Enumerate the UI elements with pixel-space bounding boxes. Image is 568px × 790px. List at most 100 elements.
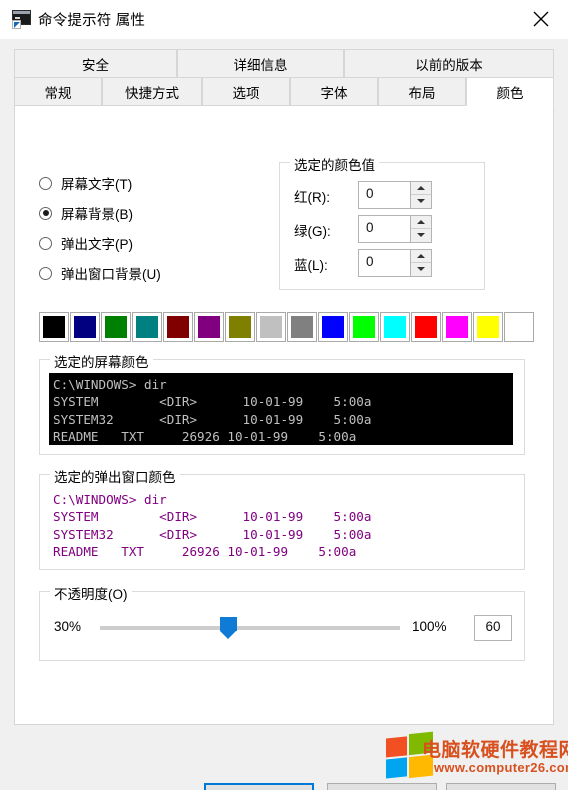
- close-icon[interactable]: [524, 4, 558, 34]
- radio-icon: [39, 206, 52, 220]
- tab-label: 安全: [82, 57, 109, 73]
- radio-popup-background[interactable]: 弹出窗口背景(U): [39, 258, 161, 288]
- radio-label: 弹出窗口背景(U): [61, 267, 161, 282]
- cmd-shortcut-icon: [12, 10, 31, 29]
- swatch-fill: [446, 316, 468, 338]
- tab-layout[interactable]: 布局: [378, 77, 466, 105]
- tab-label: 字体: [320, 85, 348, 101]
- radio-label: 屏幕文字(T): [61, 177, 133, 192]
- swatch-fill: [322, 316, 344, 338]
- swatch-fill: [384, 316, 406, 338]
- tab-security[interactable]: 安全: [14, 49, 177, 77]
- popup-colors-group: 选定的弹出窗口颜色 C:\WINDOWS> dir SYSTEM <DIR> 1…: [39, 466, 525, 570]
- color-palette: [39, 312, 534, 342]
- swatch-fill: [353, 316, 375, 338]
- tab-general[interactable]: 常规: [14, 77, 102, 105]
- color-swatch-6[interactable]: [225, 312, 255, 342]
- color-swatch-2[interactable]: [101, 312, 131, 342]
- colors-tab-panel: 屏幕文字(T) 屏幕背景(B) 弹出文字(P) 弹出窗口背景(U) 选定的颜色值: [14, 105, 554, 725]
- red-label: 红(R):: [294, 190, 330, 205]
- group-title: 选定的屏幕颜色: [50, 351, 153, 371]
- group-title: 选定的弹出窗口颜色: [50, 466, 180, 486]
- radio-icon: [39, 176, 52, 190]
- opacity-value: 60: [485, 619, 501, 634]
- swatch-fill: [105, 316, 127, 338]
- tab-label: 选项: [232, 85, 260, 101]
- swatch-fill: [198, 316, 220, 338]
- color-swatch-9[interactable]: [318, 312, 348, 342]
- swatch-fill: [74, 316, 96, 338]
- spin-down-icon[interactable]: [411, 263, 431, 276]
- opacity-slider[interactable]: [100, 626, 400, 630]
- cmd-properties-dialog: 命令提示符 属性 安全 详细信息 以前的版本 常规 快捷方式 选项 字体 布局 …: [0, 0, 568, 790]
- green-value: 0: [366, 220, 374, 235]
- spin-up-icon[interactable]: [411, 250, 431, 263]
- window-title: 命令提示符 属性: [38, 13, 146, 29]
- tab-strip: 安全 详细信息 以前的版本 常规 快捷方式 选项 字体 布局 颜色: [14, 49, 554, 106]
- radio-popup-text[interactable]: 弹出文字(P): [39, 228, 161, 258]
- cancel-button[interactable]: 取消: [327, 783, 437, 790]
- opacity-min-label: 30%: [54, 619, 82, 634]
- color-swatch-5[interactable]: [194, 312, 224, 342]
- color-swatch-12[interactable]: [411, 312, 441, 342]
- swatch-fill: [291, 316, 313, 338]
- radio-screen-background[interactable]: 屏幕背景(B): [39, 198, 161, 228]
- tab-details[interactable]: 详细信息: [177, 49, 344, 77]
- tab-row-2: 常规 快捷方式 选项 字体 布局 颜色: [14, 77, 554, 106]
- tab-label: 布局: [408, 85, 436, 101]
- selected-color-values-group: 选定的颜色值 红(R): 0 绿(G): 0 蓝(L): 0: [279, 154, 485, 290]
- color-swatch-7[interactable]: [256, 312, 286, 342]
- ok-button[interactable]: 确定: [204, 783, 314, 790]
- opacity-value-input[interactable]: 60: [474, 615, 512, 641]
- color-swatch-14[interactable]: [473, 312, 503, 342]
- tab-shortcut[interactable]: 快捷方式: [102, 77, 202, 105]
- group-title: 选定的颜色值: [290, 154, 379, 174]
- color-swatch-15[interactable]: [504, 312, 534, 342]
- green-stepper: [410, 216, 431, 242]
- red-value: 0: [366, 186, 374, 201]
- tab-label: 快捷方式: [125, 85, 179, 101]
- screen-color-preview: C:\WINDOWS> dir SYSTEM <DIR> 10-01-99 5:…: [49, 373, 513, 445]
- tab-font[interactable]: 字体: [290, 77, 378, 105]
- color-swatch-11[interactable]: [380, 312, 410, 342]
- red-stepper: [410, 182, 431, 208]
- green-label: 绿(G):: [294, 224, 331, 239]
- popup-color-preview: C:\WINDOWS> dir SYSTEM <DIR> 10-01-99 5:…: [49, 488, 513, 560]
- tab-colors[interactable]: 颜色: [466, 77, 554, 106]
- blue-stepper: [410, 250, 431, 276]
- tab-options[interactable]: 选项: [202, 77, 290, 105]
- radio-screen-text[interactable]: 屏幕文字(T): [39, 168, 161, 198]
- swatch-fill: [136, 316, 158, 338]
- spin-down-icon[interactable]: [411, 229, 431, 242]
- tab-label: 以前的版本: [415, 57, 483, 73]
- dialog-body: 安全 详细信息 以前的版本 常规 快捷方式 选项 字体 布局 颜色 屏幕文字(T…: [0, 39, 568, 790]
- green-input[interactable]: 0: [358, 215, 432, 243]
- color-swatch-4[interactable]: [163, 312, 193, 342]
- color-swatch-13[interactable]: [442, 312, 472, 342]
- blue-row: 蓝(L): 0: [294, 249, 472, 277]
- blue-label: 蓝(L):: [294, 258, 328, 273]
- spin-up-icon[interactable]: [411, 216, 431, 229]
- color-swatch-3[interactable]: [132, 312, 162, 342]
- spin-up-icon[interactable]: [411, 182, 431, 195]
- blue-value: 0: [366, 254, 374, 269]
- swatch-fill: [415, 316, 437, 338]
- swatch-fill: [260, 316, 282, 338]
- spin-down-icon[interactable]: [411, 195, 431, 208]
- swatch-fill: [167, 316, 189, 338]
- color-swatch-8[interactable]: [287, 312, 317, 342]
- blue-input[interactable]: 0: [358, 249, 432, 277]
- radio-icon: [39, 236, 52, 250]
- color-swatch-10[interactable]: [349, 312, 379, 342]
- red-input[interactable]: 0: [358, 181, 432, 209]
- tab-previous-versions[interactable]: 以前的版本: [344, 49, 554, 77]
- red-row: 红(R): 0: [294, 181, 472, 209]
- apply-button[interactable]: 应用(A): [446, 783, 556, 790]
- opacity-slider-thumb[interactable]: [220, 617, 238, 639]
- title-bar: 命令提示符 属性: [0, 0, 568, 40]
- swatch-fill: [508, 316, 530, 338]
- swatch-fill: [229, 316, 251, 338]
- opacity-group: 不透明度(O) 30% 100% 60: [39, 583, 525, 661]
- color-swatch-1[interactable]: [70, 312, 100, 342]
- color-swatch-0[interactable]: [39, 312, 69, 342]
